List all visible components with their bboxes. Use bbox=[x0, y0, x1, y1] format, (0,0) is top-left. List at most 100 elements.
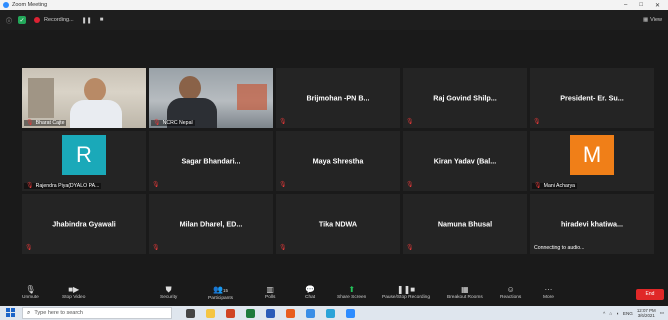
participant-name: Maya Shrestha bbox=[312, 156, 364, 166]
reactions-icon: ☺ bbox=[506, 285, 515, 294]
breakout-rooms-label: Breakout Rooms bbox=[447, 295, 483, 300]
unmute-label: Unmute bbox=[22, 295, 39, 300]
participant-tile[interactable]: hiradevi khatiwa... Connecting to audio..… bbox=[530, 194, 654, 254]
security-button[interactable]: ⛊ Security bbox=[160, 284, 177, 300]
mic-muted-icon: 🎙 bbox=[406, 119, 414, 125]
participant-tile[interactable]: Brijmohan -PN B... 🎙 bbox=[276, 68, 400, 128]
participant-tile[interactable]: R 🎙 Rajendra Piya(DYALO PA... bbox=[22, 131, 146, 191]
security-label: Security bbox=[160, 295, 178, 300]
mic-muted-icon: 🎙 bbox=[406, 245, 414, 251]
mic-muted-icon: 🎙 bbox=[26, 183, 34, 189]
more-button[interactable]: ··· More bbox=[543, 284, 554, 300]
pause-recording-button[interactable]: ❚❚■ Pause/Stop Recording bbox=[382, 284, 430, 300]
participant-name: Raj Govind Shilp... bbox=[433, 93, 497, 103]
reactions-button[interactable]: ☺ Reactions bbox=[500, 284, 521, 300]
recording-dot-icon bbox=[34, 17, 40, 23]
participant-name: Tika NDWA bbox=[318, 219, 358, 229]
participant-tile[interactable]: Raj Govind Shilp... 🎙 bbox=[403, 68, 527, 128]
zoom-taskbar-icon[interactable] bbox=[346, 308, 355, 318]
powerpoint-icon[interactable] bbox=[226, 308, 235, 318]
share-screen-label: Share Screen bbox=[337, 295, 367, 300]
mic-muted-icon: 🎙 bbox=[279, 182, 287, 188]
edge-icon[interactable] bbox=[326, 308, 335, 318]
participants-button[interactable]: 👥15 Participants bbox=[208, 284, 233, 301]
gallery-grid: 🎙 Bharat Cajte 🎙 NCRC Nepal Brijmohan -PN B.… bbox=[22, 68, 656, 254]
participant-label: 🎙 Bharat Cajte bbox=[24, 120, 67, 126]
mic-muted-icon: 🎙 bbox=[152, 245, 160, 251]
participant-tile[interactable]: M 🎙 Mani Acharya bbox=[530, 131, 654, 191]
mic-muted-icon: 🎙 bbox=[153, 120, 161, 126]
participant-tile[interactable]: Maya Shrestha 🎙 bbox=[276, 131, 400, 191]
participant-name: Jhabindra Gyawali bbox=[52, 219, 116, 229]
clock[interactable]: 12:07 PM 3/6/2021 bbox=[637, 308, 656, 318]
more-label: More bbox=[543, 295, 554, 300]
notifications-icon[interactable]: ▭ bbox=[660, 310, 664, 316]
participant-name: Kiran Yadav (Bal... bbox=[433, 156, 497, 166]
participant-tile[interactable]: Namuna Bhusal 🎙 bbox=[403, 194, 527, 254]
title-bar: Zoom Meeting – □ ✕ bbox=[0, 0, 668, 10]
participant-tile[interactable]: Tika NDWA 🎙 bbox=[276, 194, 400, 254]
connecting-status: Connecting to audio... bbox=[534, 245, 585, 251]
clock-date: 3/6/2021 bbox=[637, 313, 655, 318]
firefox-icon[interactable] bbox=[286, 308, 295, 318]
mic-muted-icon: 🎙 bbox=[25, 245, 33, 251]
view-button[interactable]: ▦ View bbox=[643, 17, 662, 23]
participant-tile[interactable]: President- Er. Su... 🎙 bbox=[530, 68, 654, 128]
info-icon[interactable]: ⓘ bbox=[5, 16, 13, 25]
polls-button[interactable]: ▥ Polls bbox=[265, 284, 275, 300]
excel-icon[interactable] bbox=[246, 308, 255, 318]
unmute-button[interactable]: 🎙 Unmute bbox=[22, 284, 39, 300]
mic-muted-icon: 🎙 bbox=[279, 245, 287, 251]
task-view-icon[interactable] bbox=[186, 308, 195, 318]
participant-name: Brijmohan -PN B... bbox=[306, 93, 370, 103]
participant-tile[interactable]: 🎙 Bharat Cajte bbox=[22, 68, 146, 128]
volume-icon[interactable]: ◖ bbox=[616, 311, 619, 316]
participant-tile[interactable]: Milan Dharel, ED... 🎙 bbox=[149, 194, 273, 254]
video-camera-icon: ■▶ bbox=[68, 285, 80, 294]
close-icon[interactable]: ✕ bbox=[655, 2, 660, 9]
participant-video bbox=[149, 68, 273, 128]
participant-label: 🎙 Rajendra Piya(DYALO PA... bbox=[24, 183, 102, 189]
more-icon: ··· bbox=[544, 285, 553, 294]
recording-label: Recording... bbox=[44, 17, 74, 23]
network-icon[interactable]: ⌂ bbox=[609, 311, 612, 316]
chrome-icon[interactable] bbox=[306, 308, 315, 318]
stop-video-button[interactable]: ■▶ Stop Video bbox=[62, 284, 85, 300]
language-indicator[interactable]: ENG bbox=[623, 311, 633, 316]
mic-muted-icon: 🎙 bbox=[25, 285, 36, 294]
meeting-toolbar: 🎙 Unmute ■▶ Stop Video ⛊ Security 👥15 Partic… bbox=[0, 282, 668, 306]
participant-tile[interactable]: Sagar Bhandari... 🎙 bbox=[149, 131, 273, 191]
taskbar-search-input[interactable]: ⌕ Type here to search bbox=[22, 307, 172, 319]
stop-recording-icon[interactable]: ■ bbox=[100, 17, 104, 23]
chat-icon: 💬 bbox=[305, 285, 316, 294]
window-title: Zoom Meeting bbox=[12, 2, 48, 8]
security-shield-icon: ⛊ bbox=[165, 285, 172, 294]
search-icon: ⌕ bbox=[27, 309, 31, 316]
zoom-window: Zoom Meeting – □ ✕ ⓘ ✓ Recording... ❚❚ ■… bbox=[0, 0, 668, 320]
pause-stop-icon: ❚❚■ bbox=[396, 285, 416, 294]
pause-recording-icon[interactable]: ❚❚ bbox=[82, 17, 92, 24]
participant-tile[interactable]: Jhabindra Gyawali 🎙 bbox=[22, 194, 146, 254]
breakout-rooms-button[interactable]: ▦ Breakout Rooms bbox=[447, 284, 483, 300]
file-explorer-icon[interactable] bbox=[206, 308, 215, 318]
tray-chevron-icon[interactable]: ^ bbox=[603, 311, 605, 316]
word-icon[interactable] bbox=[266, 308, 275, 318]
participant-tile[interactable]: Kiran Yadav (Bal... 🎙 bbox=[403, 131, 527, 191]
end-button[interactable]: End bbox=[636, 289, 664, 300]
participant-name: hiradevi khatiwa... bbox=[561, 219, 623, 229]
participant-tile[interactable]: 🎙 NCRC Nepal bbox=[149, 68, 273, 128]
shield-icon[interactable]: ✓ bbox=[18, 16, 26, 24]
zoom-logo-icon bbox=[3, 2, 9, 8]
windows-start-icon[interactable] bbox=[6, 308, 16, 318]
polls-icon: ▥ bbox=[266, 285, 274, 294]
polls-label: Polls bbox=[265, 295, 276, 300]
participant-name: Milan Dharel, ED... bbox=[179, 219, 243, 229]
share-screen-button[interactable]: ⬆ Share Screen bbox=[337, 284, 366, 300]
participant-name: Namuna Bhusal bbox=[437, 219, 493, 229]
mic-muted-icon: 🎙 bbox=[26, 120, 34, 126]
reactions-label: Reactions bbox=[500, 295, 522, 300]
maximize-icon[interactable]: □ bbox=[639, 2, 643, 9]
chat-button[interactable]: 💬 Chat bbox=[305, 284, 315, 300]
chat-label: Chat bbox=[305, 295, 316, 300]
minimize-icon[interactable]: – bbox=[624, 2, 627, 9]
